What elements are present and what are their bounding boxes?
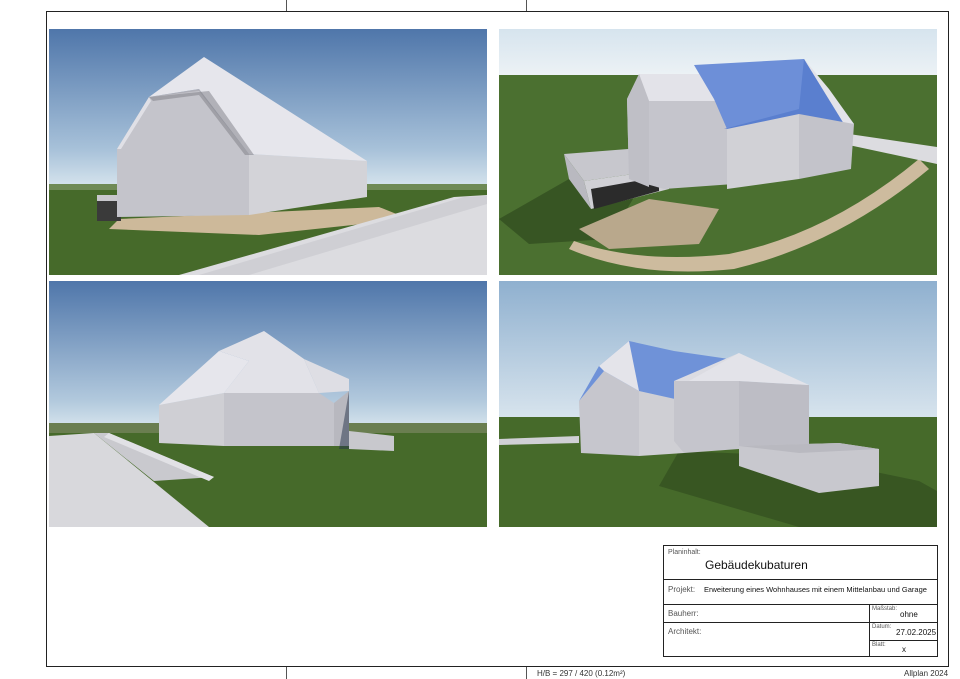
trim-mark-top-left (286, 0, 287, 11)
format-info: H/B = 297 / 420 (0.12m²) (537, 669, 626, 678)
datum-row-line (869, 640, 937, 641)
trim-mark-bottom-left (286, 667, 287, 679)
trim-mark-top-right (526, 0, 527, 11)
blatt-label: Blatt: (872, 642, 886, 648)
datum-label: Datum: (872, 624, 892, 630)
projekt-row: Projekt: Erweiterung eines Wohnhauses mi… (664, 580, 937, 605)
software-info: Allplan 2024 (904, 669, 949, 678)
render-view-1 (49, 29, 487, 275)
render-view-2 (499, 29, 937, 275)
massstab-label: Maßstab: (872, 606, 898, 612)
trim-mark-bottom-right (526, 667, 527, 679)
title-block: Planinhalt: Gebäudekubaturen Projekt: Er… (663, 545, 938, 657)
projekt-label: Projekt: (668, 585, 696, 594)
blatt-value: x (902, 645, 906, 654)
planinhalt-value: Gebäudekubaturen (705, 558, 808, 572)
render-view-3 (49, 281, 487, 527)
projekt-value: Erweiterung eines Wohnhauses mit einem M… (704, 585, 927, 594)
planinhalt-row: Planinhalt: Gebäudekubaturen (664, 546, 937, 580)
datum-value: 27.02.2025 (896, 628, 937, 637)
render-view-4 (499, 281, 937, 527)
title-block-divider (869, 605, 870, 656)
planinhalt-label: Planinhalt: (668, 549, 701, 556)
architekt-label: Architekt: (668, 627, 702, 636)
bauherr-label: Bauherr: (668, 609, 699, 618)
massstab-value: ohne (900, 610, 918, 619)
